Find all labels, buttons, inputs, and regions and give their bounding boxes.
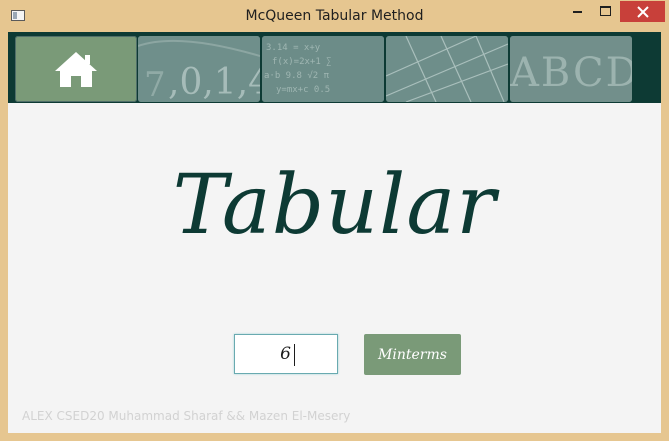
credit-text: ALEX CSED20 Muhammad Sharaf && Mazen El-…: [22, 409, 351, 423]
nav-letters-button[interactable]: ABCD: [510, 36, 632, 102]
formula-tile-icon: 3.14 = x+y f(x)=2x+1 ∑ a·b 9.8 √2 π y=mx…: [262, 36, 384, 102]
svg-text:a·b 9.8 √2 π: a·b 9.8 √2 π: [264, 70, 330, 81]
svg-text:3.14 = x+y: 3.14 = x+y: [266, 43, 321, 53]
nav-grid-button[interactable]: [386, 36, 508, 102]
svg-text:7: 7: [144, 65, 166, 102]
minterms-button[interactable]: Minterms: [364, 334, 461, 375]
close-icon: [636, 5, 649, 18]
minimize-button[interactable]: [563, 0, 591, 22]
minterm-count-input[interactable]: 6: [234, 334, 338, 374]
maximize-button[interactable]: [592, 0, 619, 22]
svg-text:ABCD: ABCD: [510, 50, 632, 96]
title-bar[interactable]: McQueen Tabular Method: [0, 0, 669, 32]
text-caret: [294, 344, 295, 366]
grid-tile-icon: [386, 36, 508, 102]
main-content: Tabular 6 Minterms ALEX CSED20 Muhammad …: [8, 103, 661, 433]
minimize-icon: [572, 11, 582, 13]
close-button[interactable]: [620, 1, 665, 22]
svg-text:y=mx+c 0.5: y=mx+c 0.5: [276, 85, 330, 95]
nav-formula-button[interactable]: 3.14 = x+y f(x)=2x+1 ∑ a·b 9.8 √2 π y=mx…: [262, 36, 384, 102]
input-value: 6: [280, 344, 291, 364]
home-icon: [55, 52, 97, 87]
letters-tile-icon: ABCD: [510, 36, 632, 102]
svg-text:,0,1,4: ,0,1,4: [168, 62, 260, 102]
maximize-icon: [600, 6, 611, 16]
app-window: McQueen Tabular Method 7 ,0,1,4 3.14 = x…: [0, 0, 669, 441]
svg-text:f(x)=2x+1 ∑: f(x)=2x+1 ∑: [272, 57, 332, 67]
navigation-bar: 7 ,0,1,4 3.14 = x+y f(x)=2x+1 ∑ a·b 9.8 …: [8, 32, 661, 103]
client-area: 7 ,0,1,4 3.14 = x+y f(x)=2x+1 ∑ a·b 9.8 …: [8, 32, 661, 433]
nav-home-button[interactable]: [15, 36, 137, 102]
nav-numbers-button[interactable]: 7 ,0,1,4: [138, 36, 260, 102]
page-title: Tabular: [172, 158, 497, 253]
numbers-tile-icon: 7 ,0,1,4: [138, 36, 260, 102]
